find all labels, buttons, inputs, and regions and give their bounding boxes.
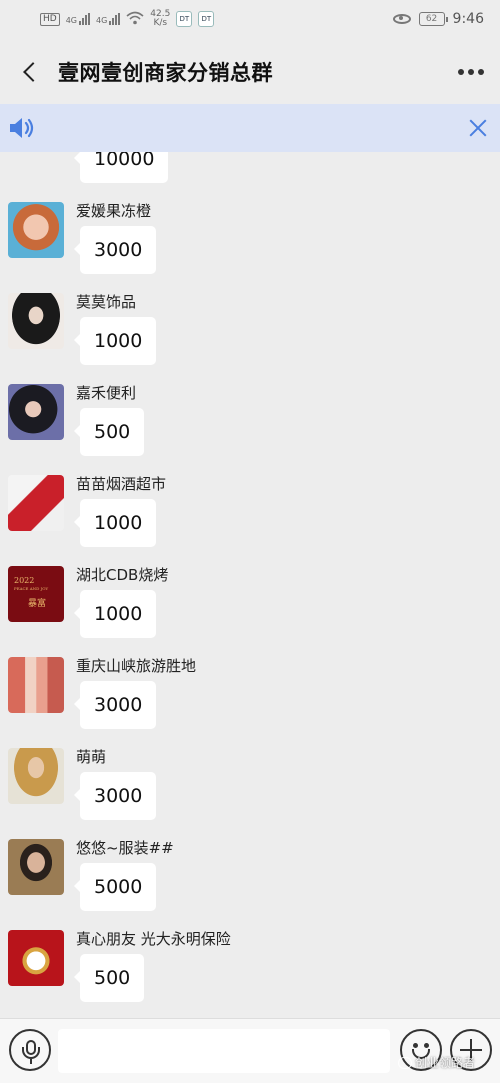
more-options-button[interactable]: [456, 57, 486, 87]
message-bubble[interactable]: 500: [73, 954, 145, 1002]
avatar[interactable]: [8, 475, 64, 531]
avatar[interactable]: [8, 384, 64, 440]
dot-icon: [478, 69, 484, 75]
signal-icon: 4G: [66, 13, 90, 25]
signal-icon-2: 4G: [96, 13, 121, 25]
network-speed: 42.5 K/s: [150, 9, 171, 28]
sender-name: 真心朋友 光大永明保险: [76, 930, 231, 948]
close-icon[interactable]: [466, 116, 490, 140]
message-bubble[interactable]: 10000: [73, 152, 169, 183]
message-bubble[interactable]: 3000: [73, 681, 157, 729]
clock: 9:46: [452, 11, 484, 27]
message-list[interactable]: 10000 爱媛果冻橙 3000 莫莫饰品 1000 嘉禾便利 500 苗苗烟酒…: [0, 152, 500, 1018]
message-bubble[interactable]: 1000: [73, 499, 157, 547]
battery-icon: 62: [418, 12, 448, 26]
message-text: 10000: [94, 152, 155, 170]
chat-title: 壹网壹创商家分销总群: [58, 61, 273, 85]
sender-name: 湖北CDB烧烤: [76, 566, 169, 584]
back-button[interactable]: [0, 38, 58, 106]
speaker-icon: [7, 113, 37, 143]
sender-name: 萌萌: [76, 748, 107, 766]
message-text: 1000: [94, 330, 143, 352]
avatar[interactable]: [8, 293, 64, 349]
message-text: 500: [94, 421, 131, 443]
avatar[interactable]: [8, 657, 64, 713]
message-bubble[interactable]: 5000: [73, 863, 157, 911]
message-bubble[interactable]: 3000: [73, 226, 157, 274]
voice-input-button[interactable]: [9, 1029, 51, 1071]
message-text: 5000: [94, 876, 143, 898]
message-input[interactable]: [58, 1029, 390, 1073]
sender-name: 嘉禾便利: [76, 384, 137, 402]
dot-icon: [468, 69, 474, 75]
eye-comfort-icon: [392, 14, 411, 24]
watermark: 创业领路者: [398, 1054, 475, 1071]
chat-header: 壹网壹创商家分销总群: [0, 38, 500, 106]
message-bubble[interactable]: 500: [73, 408, 145, 456]
chevron-left-icon: [23, 62, 43, 82]
sender-name: 重庆山峡旅游胜地: [76, 657, 197, 675]
avatar[interactable]: [8, 930, 64, 986]
avatar[interactable]: [8, 839, 64, 895]
message-bubble[interactable]: 1000: [73, 590, 157, 638]
avatar[interactable]: 2022 PEACE AND JOY 暴富: [8, 566, 64, 622]
app-notification-icon-2: DT: [198, 11, 215, 27]
status-bar: HD 4G 4G 42.5 K/s DT DT 62 9:46: [0, 0, 500, 38]
message-text: 3000: [94, 785, 143, 807]
app-notification-icon: DT: [176, 11, 193, 27]
hd-badge: HD: [40, 12, 60, 26]
message-text: 3000: [94, 239, 143, 261]
message-text: 3000: [94, 694, 143, 716]
avatar[interactable]: [8, 748, 64, 804]
message-text: 500: [94, 967, 131, 989]
wechat-logo-icon: [398, 1056, 412, 1069]
message-bubble[interactable]: 3000: [73, 772, 157, 820]
message-bubble[interactable]: 1000: [73, 317, 157, 365]
sender-name: 莫莫饰品: [76, 293, 137, 311]
sender-name: 苗苗烟酒超市: [76, 475, 167, 493]
sender-name: 爱媛果冻橙: [76, 202, 152, 220]
message-text: 1000: [94, 603, 143, 625]
input-bar: 创业领路者: [0, 1018, 500, 1083]
announcement-bar[interactable]: [0, 104, 500, 152]
avatar[interactable]: [8, 202, 64, 258]
sender-name: 悠悠~服装##: [76, 839, 174, 857]
wifi-icon: [126, 11, 144, 28]
message-text: 1000: [94, 512, 143, 534]
dot-icon: [458, 69, 464, 75]
